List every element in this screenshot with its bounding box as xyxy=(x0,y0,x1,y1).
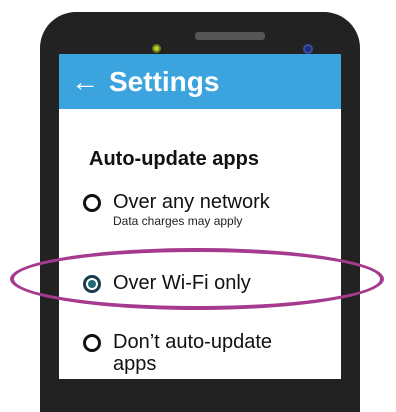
radio-unselected-icon[interactable] xyxy=(83,334,101,352)
option-label: Over any network xyxy=(113,191,270,213)
speaker-grille xyxy=(195,32,265,40)
option-text: Over Wi-Fi only xyxy=(113,272,251,294)
radio-unselected-icon[interactable] xyxy=(83,194,101,212)
phone-screen: ← Settings Auto-update apps Over any net… xyxy=(59,54,341,379)
sensor-icon xyxy=(152,44,161,53)
option-over-wifi-only[interactable]: Over Wi-Fi only xyxy=(83,272,251,294)
option-dont-auto-update[interactable]: Don’t auto-update apps xyxy=(83,331,313,375)
section-title: Auto-update apps xyxy=(89,148,259,170)
radio-selected-icon[interactable] xyxy=(83,275,101,293)
option-text: Don’t auto-update apps xyxy=(113,331,313,375)
arrow-left-icon[interactable]: ← xyxy=(71,67,99,96)
option-label: Over Wi-Fi only xyxy=(113,272,251,294)
option-text: Over any network Data charges may apply xyxy=(113,191,270,228)
front-camera-icon xyxy=(303,44,313,54)
option-label: Don’t auto-update apps xyxy=(113,331,273,375)
page-title: Settings xyxy=(109,65,220,97)
option-over-any-network[interactable]: Over any network Data charges may apply xyxy=(83,191,270,228)
option-sublabel: Data charges may apply xyxy=(113,214,243,228)
app-bar: ← Settings xyxy=(59,54,341,109)
